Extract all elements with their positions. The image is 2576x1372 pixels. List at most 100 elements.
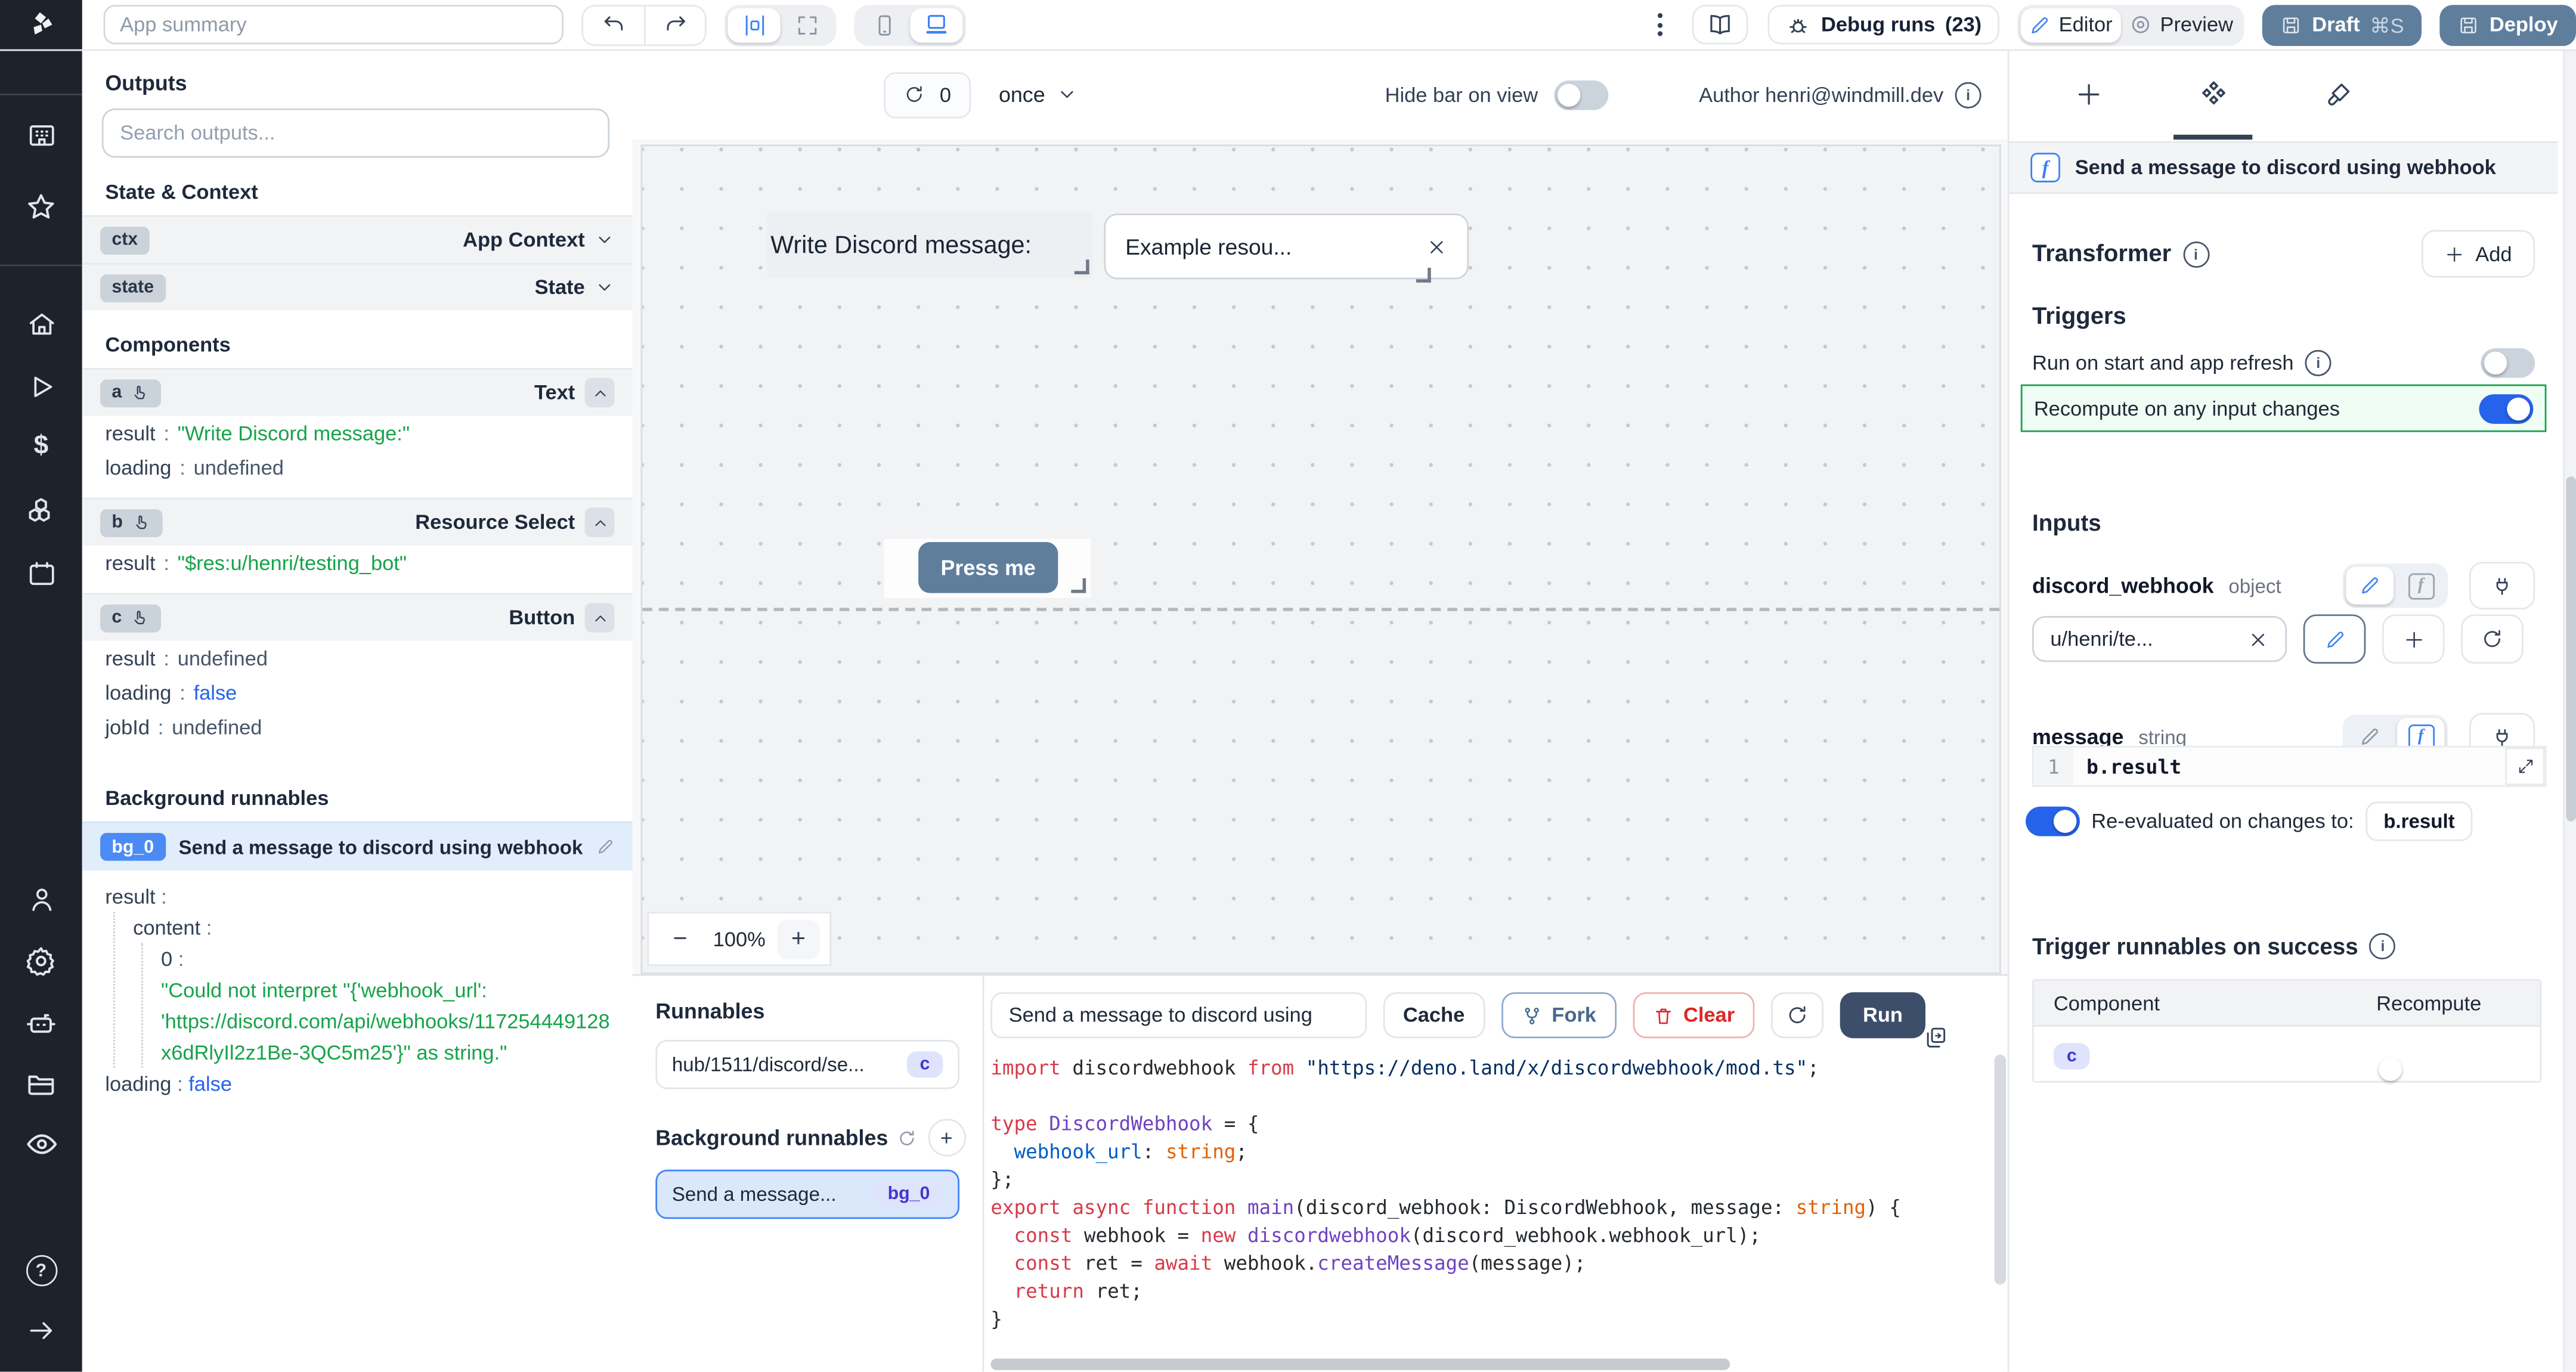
component-header-c[interactable]: c Button: [82, 593, 633, 641]
chevron-down-icon: [595, 278, 614, 298]
runnable-name-input[interactable]: Send a message to discord using: [990, 992, 1367, 1038]
search-outputs-input[interactable]: [102, 109, 609, 158]
output-row-state[interactable]: state State: [82, 263, 633, 311]
sidebar-item-workers[interactable]: [0, 1007, 82, 1040]
sidebar-item-variables[interactable]: $: [0, 433, 82, 460]
cache-button[interactable]: Cache: [1383, 992, 1485, 1038]
resource-value-box[interactable]: u/henri/te...: [2032, 616, 2287, 662]
expand-editor-button[interactable]: [2506, 748, 2545, 785]
hub-runnable-card[interactable]: hub/1511/discord/se... c: [655, 1040, 959, 1089]
hide-bar-toggle[interactable]: [1555, 80, 1609, 110]
code-horizontal-scrollbar[interactable]: [990, 1358, 1730, 1370]
add-resource-button[interactable]: [2382, 614, 2445, 664]
add-transformer-button[interactable]: Add: [2421, 230, 2535, 278]
reeval-toggle[interactable]: [2026, 807, 2080, 837]
bg-runnable-name: Send a message...: [672, 1183, 865, 1206]
clear-button[interactable]: Clear: [1633, 992, 1755, 1038]
collapse-button[interactable]: [585, 378, 615, 408]
center-align-button[interactable]: [728, 7, 781, 42]
sidebar-item-audit-logs[interactable]: [0, 1127, 82, 1162]
sidebar-item-home[interactable]: [0, 309, 82, 340]
tab-component-settings[interactable]: [2167, 49, 2259, 140]
resize-handle[interactable]: [1416, 268, 1431, 283]
panel-scrollbar-thumb[interactable]: [2566, 476, 2576, 822]
output-row-ctx[interactable]: ctx App Context: [82, 215, 633, 263]
fullscreen-icon[interactable]: [781, 7, 833, 42]
sidebar-item-resources[interactable]: [0, 494, 82, 527]
mobile-view-icon[interactable]: [857, 7, 910, 42]
code-vertical-scrollbar[interactable]: [1995, 1055, 2006, 1285]
sidebar-item-schedules[interactable]: [0, 559, 82, 590]
info-icon[interactable]: i: [1955, 81, 1981, 107]
collapse-button[interactable]: [585, 507, 615, 537]
edit-pencil-icon[interactable]: [596, 838, 614, 856]
sidebar-item-apps[interactable]: [0, 120, 82, 151]
author-info: Author henri@windmill.dev i: [1699, 81, 1981, 107]
run-button[interactable]: Run: [1840, 992, 1925, 1038]
draft-button[interactable]: Draft ⌘S: [2263, 4, 2422, 45]
background-runnable-row[interactable]: bg_0 Send a message to discord using web…: [82, 822, 633, 871]
app-summary-input[interactable]: [104, 5, 564, 44]
eval-mode-button[interactable]: f: [2397, 567, 2445, 605]
sidebar-item-help[interactable]: ?: [0, 1255, 82, 1286]
more-menu-icon[interactable]: [1652, 7, 1670, 43]
message-expression-editor[interactable]: 1 b.result: [2032, 746, 2546, 787]
edit-resource-button[interactable]: [2303, 614, 2366, 664]
info-icon[interactable]: i: [2305, 350, 2332, 376]
resource-select-component[interactable]: Example resou...: [1104, 213, 1469, 279]
recompute-toggle[interactable]: [2479, 394, 2533, 423]
refresh-resource-button[interactable]: [2461, 614, 2524, 664]
tab-insert-component[interactable]: [2042, 49, 2134, 140]
windmill-logo[interactable]: [0, 0, 82, 49]
expand-diagonal-icon: [2516, 757, 2534, 775]
triggers-title: Triggers: [2032, 304, 2535, 330]
code-editor[interactable]: import discordwebhook from "https://deno…: [990, 1055, 1994, 1355]
tab-styling[interactable]: [2292, 49, 2383, 140]
canvas-height-divider[interactable]: [642, 608, 1999, 611]
field-type: string: [2138, 725, 2187, 748]
sidebar-item-settings[interactable]: [0, 944, 82, 977]
info-icon[interactable]: i: [2182, 241, 2209, 267]
component-header-b[interactable]: b Resource Select: [82, 498, 633, 546]
calendar-icon: [26, 559, 57, 590]
panel-scrollbar-track[interactable]: [2563, 49, 2576, 1372]
app-canvas[interactable]: Write Discord message: Example resou... …: [640, 144, 2001, 974]
add-background-runnable-button[interactable]: +: [927, 1119, 965, 1156]
bg-runnable-card[interactable]: Send a message... bg_0: [655, 1170, 959, 1219]
connect-input-button[interactable]: [2469, 562, 2535, 609]
run-on-start-toggle[interactable]: [2481, 348, 2535, 378]
pencil-icon: [2324, 628, 2345, 650]
sidebar-item-users[interactable]: [0, 884, 82, 915]
fork-button[interactable]: Fork: [1501, 992, 1616, 1038]
sidebar-item-runs[interactable]: [0, 371, 82, 402]
static-mode-button[interactable]: [2346, 567, 2394, 605]
sidebar-item-folders[interactable]: [0, 1068, 82, 1101]
desktop-view-icon[interactable]: [910, 7, 962, 42]
clear-selection-icon[interactable]: [1426, 236, 1447, 257]
resize-handle[interactable]: [1075, 259, 1089, 274]
component-header-a[interactable]: a Text: [82, 368, 633, 416]
tab-preview[interactable]: Preview: [2120, 7, 2241, 42]
reeval-target-chip[interactable]: b.result: [2366, 801, 2473, 841]
sidebar-item-favorites[interactable]: [0, 191, 82, 224]
sidebar-collapse-button[interactable]: [0, 1316, 82, 1346]
refresh-counter[interactable]: 0: [884, 72, 971, 117]
collapse-button[interactable]: [585, 603, 615, 633]
zoom-in-button[interactable]: +: [777, 919, 820, 958]
clear-resource-icon[interactable]: [2247, 628, 2269, 650]
text-component[interactable]: Write Discord message:: [767, 212, 1093, 277]
copy-code-icon[interactable]: [1924, 1025, 1948, 1049]
inspector-tabs: [2009, 49, 2558, 140]
undo-button[interactable]: [583, 6, 644, 44]
zoom-out-button[interactable]: −: [659, 919, 702, 958]
refresh-code-button[interactable]: [1771, 992, 1823, 1038]
docs-button[interactable]: [1693, 5, 1749, 44]
redo-button[interactable]: [644, 6, 705, 44]
deploy-button[interactable]: Deploy: [2440, 4, 2576, 45]
resize-handle[interactable]: [1071, 578, 1086, 593]
info-icon[interactable]: i: [2370, 933, 2396, 959]
press-me-button[interactable]: Press me: [918, 542, 1058, 593]
tab-editor[interactable]: Editor: [2021, 7, 2120, 42]
schedule-dropdown[interactable]: once: [999, 82, 1078, 107]
debug-runs-button[interactable]: Debug runs (23): [1769, 5, 2000, 44]
